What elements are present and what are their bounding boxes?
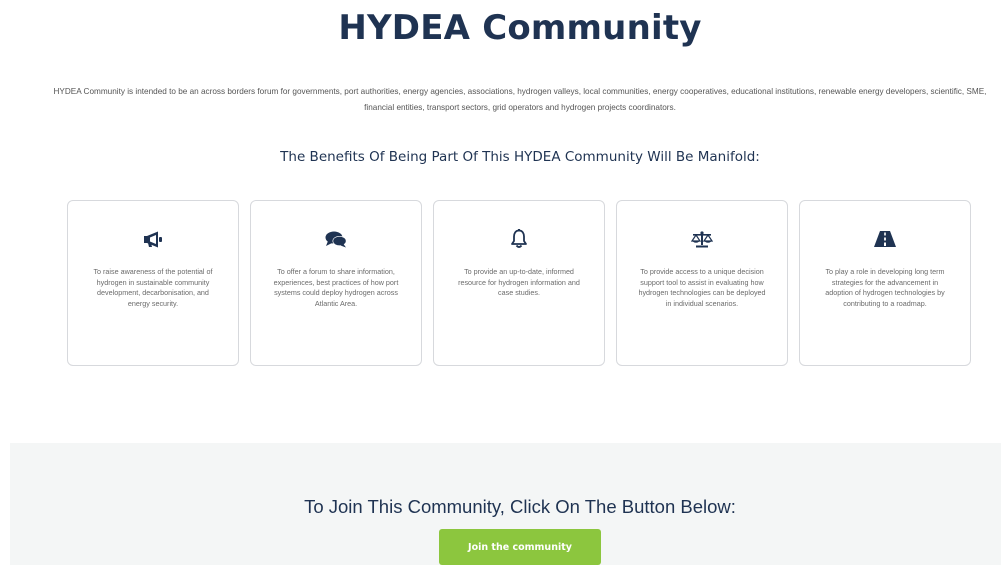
join-section: To Join This Community, Click On The But… — [10, 443, 1001, 565]
balance-scale-icon — [617, 229, 787, 249]
join-heading: To Join This Community, Click On The But… — [304, 496, 736, 517]
benefits-heading: The Benefits Of Being Part Of This HYDEA… — [280, 149, 760, 165]
comments-icon — [251, 229, 421, 249]
benefit-card-awareness: To raise awareness of the potential of h… — [67, 200, 239, 366]
join-community-button[interactable]: Join the community — [439, 529, 601, 565]
benefit-card-text: To provide an up-to-date, informed resou… — [458, 267, 580, 298]
benefit-card-forum: To offer a forum to share information, e… — [250, 200, 422, 366]
benefit-card-text: To play a role in developing long term s… — [825, 267, 945, 308]
page: HYDEA Community HYDEA Community is inten… — [0, 0, 1001, 565]
megaphone-icon — [68, 229, 238, 249]
benefit-card-resource: To provide an up-to-date, informed resou… — [433, 200, 605, 366]
road-icon — [800, 229, 970, 249]
benefit-card-text: To provide access to a unique decision s… — [638, 267, 766, 308]
benefit-card-text: To offer a forum to share information, e… — [273, 267, 399, 308]
benefit-card-text: To raise awareness of the potential of h… — [93, 267, 213, 308]
page-title: HYDEA Community — [338, 8, 702, 48]
benefit-card-roadmap: To play a role in developing long term s… — [799, 200, 971, 366]
intro-paragraph: HYDEA Community is intended to be an acr… — [53, 87, 987, 112]
bell-icon — [434, 229, 604, 249]
benefit-card-decision-tool: To provide access to a unique decision s… — [616, 200, 788, 366]
benefit-cards: To raise awareness of the potential of h… — [67, 200, 973, 368]
